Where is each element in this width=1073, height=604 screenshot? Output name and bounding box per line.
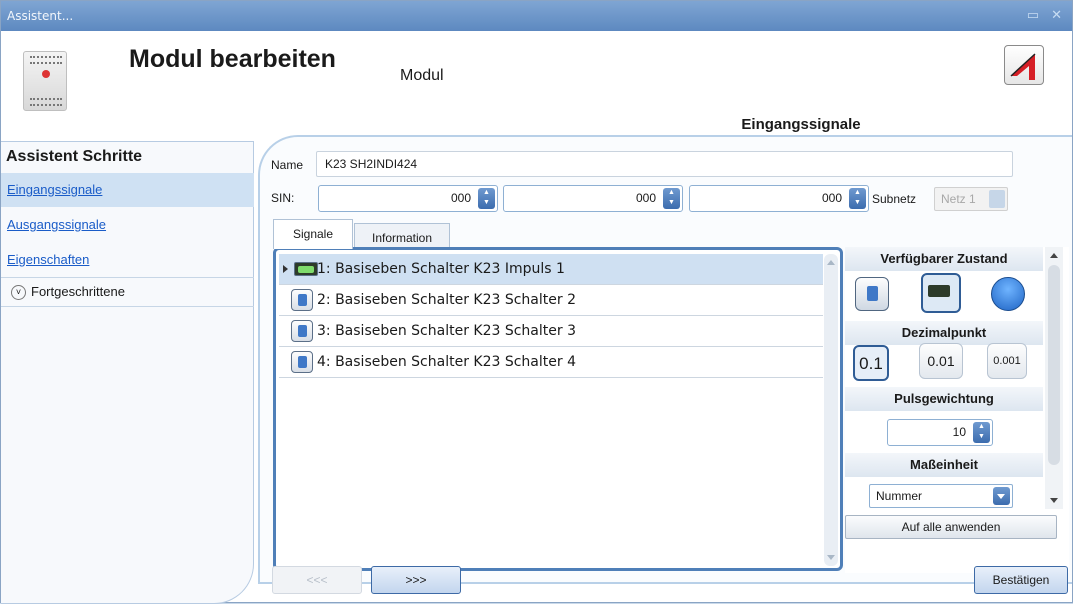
spinner-icon[interactable]: ▲ ▼ bbox=[849, 188, 866, 209]
step-eigenschaften[interactable]: Eigenschaften bbox=[1, 243, 254, 277]
back-button[interactable]: <<< bbox=[272, 566, 362, 594]
sin-label: SIN: bbox=[271, 191, 295, 205]
pulse-weight-field[interactable]: 10 ▲ ▼ bbox=[887, 419, 993, 446]
state-switch-button[interactable] bbox=[855, 277, 889, 311]
title-bar: Assistent... ▭ ✕ bbox=[1, 1, 1072, 31]
name-field[interactable]: K23 SH2INDI424 bbox=[316, 151, 1013, 177]
dropdown-icon bbox=[989, 190, 1005, 208]
step-advanced-label: Fortgeschrittene bbox=[31, 284, 125, 299]
properties-panel: Verfügbarer Zustand Dezimalpunkt 0.1 0.0… bbox=[845, 247, 1069, 573]
sin-field-1[interactable]: 000 ▲ ▼ bbox=[318, 185, 498, 212]
step-ausgangssignale[interactable]: Ausgangssignale bbox=[1, 208, 254, 242]
steps-title: Assistent Schritte bbox=[6, 148, 143, 165]
scroll-thumb[interactable] bbox=[1048, 265, 1060, 465]
sin-value-3: 000 bbox=[821, 191, 842, 205]
step-advanced[interactable]: ˅ Fortgeschrittene bbox=[1, 277, 254, 307]
window-controls[interactable]: ▭ ✕ bbox=[1027, 1, 1066, 31]
subnet-value: Netz 1 bbox=[941, 192, 976, 206]
signal-label-2: 2: Basiseben Schalter K23 Schalter 2 bbox=[317, 292, 576, 308]
decimal-0-01-button[interactable]: 0.01 bbox=[919, 343, 963, 379]
state-lcd-button[interactable] bbox=[921, 273, 961, 313]
sin-field-2[interactable]: 000 ▲ ▼ bbox=[503, 185, 683, 212]
signal-list[interactable]: 1: Basiseben Schalter K23 Impuls 1 2: Ba… bbox=[273, 247, 843, 571]
tab-signale[interactable]: Signale bbox=[273, 219, 353, 249]
state-header: Verfügbarer Zustand bbox=[845, 247, 1043, 271]
decimal-header: Dezimalpunkt bbox=[845, 321, 1043, 345]
unit-header: Maßeinheit bbox=[845, 453, 1043, 477]
header: Modul bearbeiten Modul Eingangssignale bbox=[1, 31, 1072, 135]
signal-row-2[interactable]: 2: Basiseben Schalter K23 Schalter 2 bbox=[279, 285, 823, 316]
scroll-up-icon[interactable] bbox=[1050, 253, 1058, 258]
switch-icon bbox=[291, 320, 313, 342]
decimal-0-1-button[interactable]: 0.1 bbox=[853, 345, 889, 381]
signal-row-3[interactable]: 3: Basiseben Schalter K23 Schalter 3 bbox=[279, 316, 823, 347]
logo-icon bbox=[1004, 45, 1044, 85]
signal-list-scrollbar[interactable] bbox=[824, 254, 838, 566]
signal-row-4[interactable]: 4: Basiseben Schalter K23 Schalter 4 bbox=[279, 347, 823, 378]
unit-value: Nummer bbox=[876, 489, 923, 503]
decimal-0-001-button[interactable]: 0.001 bbox=[987, 343, 1027, 379]
module-device-icon bbox=[23, 51, 67, 111]
subnet-label: Subnetz bbox=[872, 192, 917, 206]
chevron-down-icon: ˅ bbox=[11, 285, 26, 301]
spinner-icon[interactable]: ▲ ▼ bbox=[973, 422, 990, 443]
scroll-down-icon[interactable] bbox=[827, 555, 835, 560]
switch-icon bbox=[291, 351, 313, 373]
spinner-icon[interactable]: ▲ ▼ bbox=[478, 188, 495, 209]
next-button[interactable]: >>> bbox=[371, 566, 461, 594]
switch-icon bbox=[291, 289, 313, 311]
signal-row-1[interactable]: 1: Basiseben Schalter K23 Impuls 1 bbox=[279, 254, 823, 285]
pulse-weight-value: 10 bbox=[952, 425, 966, 439]
signal-label-4: 4: Basiseben Schalter K23 Schalter 4 bbox=[317, 354, 576, 370]
state-push-button[interactable] bbox=[991, 277, 1025, 311]
sin-value-1: 000 bbox=[450, 191, 471, 205]
row-pointer-icon bbox=[283, 265, 288, 273]
scroll-up-icon[interactable] bbox=[827, 260, 835, 265]
section-tab-caption: Eingangssignale bbox=[618, 109, 984, 135]
sin-field-3[interactable]: 000 ▲ ▼ bbox=[689, 185, 869, 212]
scroll-down-icon[interactable] bbox=[1050, 498, 1058, 503]
name-label: Name bbox=[271, 158, 304, 172]
window-title: Assistent... bbox=[7, 9, 74, 23]
signal-label-3: 3: Basiseben Schalter K23 Schalter 3 bbox=[317, 323, 576, 339]
pulse-header: Pulsgewichtung bbox=[845, 387, 1043, 411]
apply-all-button[interactable]: Auf alle anwenden bbox=[845, 515, 1057, 539]
sin-value-2: 000 bbox=[635, 191, 656, 205]
signal-label-1: 1: Basiseben Schalter K23 Impuls 1 bbox=[317, 261, 565, 277]
page-subtitle: Modul bbox=[400, 67, 444, 84]
spinner-icon[interactable]: ▲ ▼ bbox=[663, 188, 680, 209]
assistant-window: Assistent... ▭ ✕ Modul bearbeiten Modul … bbox=[0, 0, 1073, 604]
page-title: Modul bearbeiten bbox=[129, 45, 336, 73]
subnet-select[interactable]: Netz 1 bbox=[934, 187, 1008, 211]
step-eingangssignale[interactable]: Eingangssignale bbox=[1, 173, 254, 207]
confirm-button[interactable]: Bestätigen bbox=[974, 566, 1068, 594]
unit-select[interactable]: Nummer bbox=[869, 484, 1013, 508]
dropdown-icon bbox=[993, 487, 1010, 505]
lcd-counter-icon bbox=[294, 262, 318, 276]
properties-scrollbar[interactable] bbox=[1045, 247, 1063, 509]
